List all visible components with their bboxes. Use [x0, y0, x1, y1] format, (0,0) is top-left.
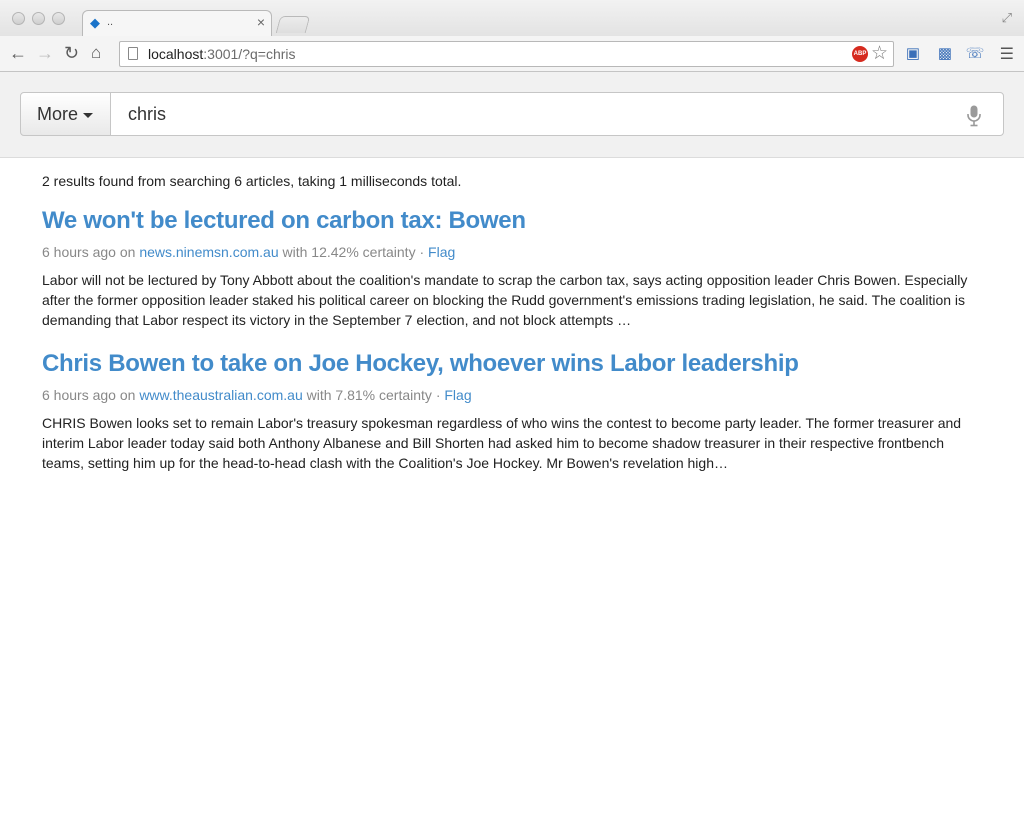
address-bar[interactable]: localhost:3001/?q=chris ABP ☆ — [119, 41, 894, 67]
result-on: on — [119, 387, 136, 403]
result-snippet: Labor will not be lectured by Tony Abbot… — [42, 272, 968, 328]
more-label: More — [37, 104, 79, 124]
minimize-window-button[interactable] — [32, 12, 45, 25]
back-icon[interactable]: ← — [9, 42, 27, 64]
zoom-window-button[interactable] — [52, 12, 65, 25]
page-icon — [128, 47, 138, 60]
result-source-link[interactable]: www.theaustralian.com.au — [139, 387, 302, 403]
result-meta: 6 hours ago on news.ninemsn.com.au with … — [42, 244, 982, 260]
url-text[interactable]: localhost:3001/?q=chris — [148, 46, 296, 62]
tab-close-icon[interactable]: × — [257, 14, 265, 30]
caret-down-icon — [83, 112, 94, 118]
result-on: on — [119, 244, 136, 260]
screen-extension-icon[interactable]: ▩ — [935, 44, 955, 62]
home-icon[interactable]: ⌂ — [91, 42, 101, 64]
results-list: 2 results found from searching 6 article… — [42, 173, 982, 473]
search-input[interactable] — [110, 92, 1004, 136]
menu-icon[interactable]: ☰ — [1000, 44, 1014, 64]
results-summary: 2 results found from searching 6 article… — [42, 173, 462, 189]
result-snippet: CHRIS Bowen looks set to remain Labor's … — [42, 415, 962, 471]
browser-titlebar: ◆ .. × ⤢ — [0, 0, 1024, 37]
close-window-button[interactable] — [12, 12, 25, 25]
flag-link[interactable]: Flag — [428, 244, 455, 260]
reload-icon[interactable]: ↻ — [64, 42, 79, 64]
result-item: Chris Bowen to take on Joe Hockey, whoev… — [42, 350, 982, 473]
site-favicon-icon: ◆ — [90, 15, 100, 30]
result-certainty: with 7.81% certainty — [306, 387, 432, 403]
new-tab-button[interactable] — [275, 16, 311, 33]
fullscreen-icon[interactable]: ⤢ — [1002, 10, 1012, 26]
url-host: localhost — [148, 46, 204, 62]
more-dropdown-button[interactable]: More — [20, 92, 111, 136]
result-age: 6 hours ago — [42, 244, 116, 260]
forward-icon[interactable]: → — [36, 42, 54, 64]
browser-toolbar: ← → ↻ ⌂ localhost:3001/?q=chris ABP ☆ ▣ … — [0, 36, 1024, 72]
microphone-icon[interactable] — [966, 105, 982, 127]
result-title-link[interactable]: Chris Bowen to take on Joe Hockey, whoev… — [42, 350, 982, 378]
result-item: We won't be lectured on carbon tax: Bowe… — [42, 207, 982, 330]
result-source-link[interactable]: news.ninemsn.com.au — [139, 244, 278, 260]
meta-separator: · — [435, 387, 441, 403]
tab-title: .. — [107, 16, 114, 28]
result-meta: 6 hours ago on www.theaustralian.com.au … — [42, 387, 982, 403]
search-header: More — [0, 72, 1024, 158]
browser-tab[interactable]: ◆ .. × — [82, 10, 272, 37]
adblock-icon[interactable]: ABP — [852, 46, 868, 62]
result-age: 6 hours ago — [42, 387, 116, 403]
result-title-link[interactable]: We won't be lectured on carbon tax: Bowe… — [42, 207, 982, 235]
bookmark-star-icon[interactable]: ☆ — [871, 42, 888, 65]
flag-link[interactable]: Flag — [444, 387, 471, 403]
result-certainty: with 12.42% certainty — [282, 244, 416, 260]
phone-extension-icon[interactable]: ☏ — [965, 44, 985, 62]
meta-separator: · — [419, 244, 425, 260]
cast-extension-icon[interactable]: ▣ — [903, 44, 923, 62]
url-path: :3001/?q=chris — [203, 46, 296, 62]
